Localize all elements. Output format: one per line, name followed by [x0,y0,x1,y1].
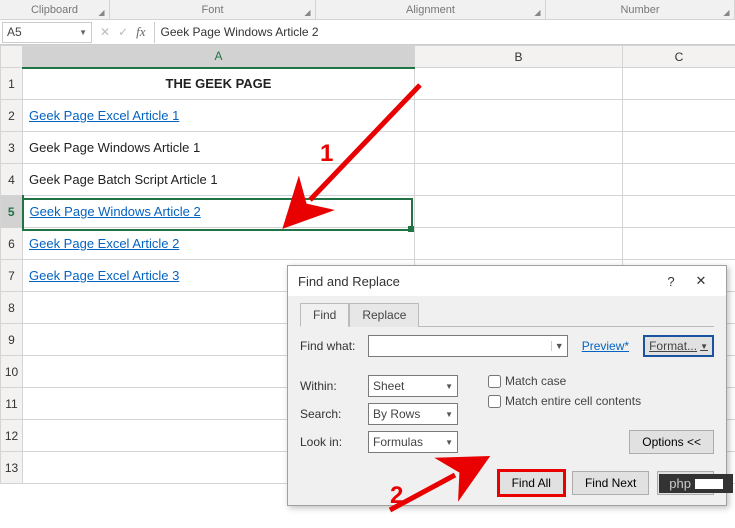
close-icon[interactable]: ✕ [686,273,716,289]
cell-C2[interactable] [623,100,735,132]
name-box-value: A5 [7,25,22,39]
within-label: Within: [300,379,362,393]
cell-B6[interactable] [415,228,623,260]
ribbon-groups: Clipboard◢Font◢Alignment◢Number◢ [0,0,735,20]
dialog-launcher-icon[interactable]: ◢ [532,7,543,18]
ribbon-group-font: Font◢ [110,0,316,19]
fx-icon[interactable]: fx [136,24,145,40]
cell-B3[interactable] [415,132,623,164]
formula-bar-row: A5 ▼ ✕ ✓ fx Geek Page Windows Article 2 [0,20,735,45]
format-button-label: Format... [649,339,697,353]
ribbon-group-alignment: Alignment◢ [316,0,546,19]
dialog-launcher-icon[interactable]: ◢ [302,7,313,18]
find-what-label: Find what: [300,339,362,353]
find-what-input[interactable]: ▼ [368,335,568,357]
row-header[interactable]: 2 [1,100,23,132]
row-header[interactable]: 3 [1,132,23,164]
name-box[interactable]: A5 ▼ [2,22,92,43]
lookin-select[interactable]: Formulas▼ [368,431,458,453]
cell-C1[interactable] [623,68,735,100]
ribbon-group-clipboard: Clipboard◢ [0,0,110,19]
within-select[interactable]: Sheet▼ [368,375,458,397]
row-header[interactable]: 12 [1,420,23,452]
cell-A2[interactable]: Geek Page Excel Article 1 [23,100,415,132]
dialog-launcher-icon[interactable]: ◢ [721,7,732,18]
search-select[interactable]: By Rows▼ [368,403,458,425]
formula-bar-buttons: ✕ ✓ fx [92,24,154,40]
cell-C4[interactable] [623,164,735,196]
cell-A6[interactable]: Geek Page Excel Article 2 [23,228,415,260]
row-header[interactable]: 11 [1,388,23,420]
column-header-B[interactable]: B [415,46,623,68]
cell-C6[interactable] [623,228,735,260]
row-header[interactable]: 13 [1,452,23,484]
help-button[interactable]: ? [656,274,686,289]
row-header[interactable]: 9 [1,324,23,356]
formula-bar[interactable]: Geek Page Windows Article 2 [154,22,735,43]
enter-icon: ✓ [118,25,128,39]
cell-C3[interactable] [623,132,735,164]
match-case-checkbox[interactable]: Match case [488,374,714,388]
cell-C5[interactable] [623,196,735,228]
row-header[interactable]: 10 [1,356,23,388]
find-next-button[interactable]: Find Next [572,471,649,495]
column-header-C[interactable]: C [623,46,735,68]
find-replace-dialog: Find and Replace ? ✕ Find Replace Find w… [287,265,727,506]
row-header[interactable]: 7 [1,260,23,292]
cell-B4[interactable] [415,164,623,196]
match-entire-checkbox[interactable]: Match entire cell contents [488,394,714,408]
cell-A1[interactable]: THE GEEK PAGE [23,68,415,100]
cell-A3[interactable]: Geek Page Windows Article 1 [23,132,415,164]
preview-link[interactable]: Preview* [574,339,637,353]
dialog-title: Find and Replace [298,274,400,289]
row-header[interactable]: 4 [1,164,23,196]
cell-B5[interactable] [415,196,623,228]
ribbon-group-number: Number◢ [546,0,735,19]
row-header[interactable]: 1 [1,68,23,100]
dialog-launcher-icon[interactable]: ◢ [96,7,107,18]
find-what-dropdown-icon[interactable]: ▼ [551,341,567,351]
options-button[interactable]: Options << [629,430,714,454]
dialog-titlebar[interactable]: Find and Replace ? ✕ [288,266,726,296]
format-dropdown-icon[interactable]: ▼ [700,342,708,351]
watermark: php [659,474,733,493]
lookin-label: Look in: [300,435,362,449]
cell-A4[interactable]: Geek Page Batch Script Article 1 [23,164,415,196]
select-all-corner[interactable] [1,46,23,68]
cancel-icon: ✕ [100,25,110,39]
find-all-button[interactable]: Find All [499,471,564,495]
name-box-dropdown-icon[interactable]: ▼ [79,28,87,37]
tab-find[interactable]: Find [300,303,349,327]
cell-B1[interactable] [415,68,623,100]
cell-B2[interactable] [415,100,623,132]
row-header[interactable]: 8 [1,292,23,324]
column-header-A[interactable]: A [23,46,415,68]
cell-A5[interactable]: Geek Page Windows Article 2 [23,196,415,228]
search-label: Search: [300,407,362,421]
row-header[interactable]: 5 [1,196,23,228]
dialog-tabs: Find Replace [300,302,714,327]
annotation-number-2: 2 [390,482,403,510]
annotation-number-1: 1 [320,140,333,168]
formula-bar-value: Geek Page Windows Article 2 [161,25,319,39]
row-header[interactable]: 6 [1,228,23,260]
format-button[interactable]: Format... ▼ [643,335,714,357]
tab-replace[interactable]: Replace [349,303,419,327]
